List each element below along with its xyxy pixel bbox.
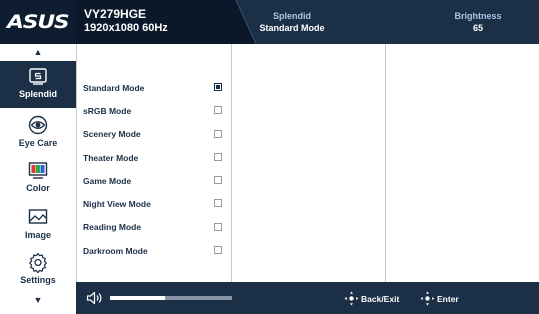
eye-icon (28, 115, 48, 135)
list-item-label: sRGB Mode (83, 105, 132, 116)
osd-window: ASUS VY279HGE 1920x1080 60Hz Splendid St… (0, 0, 539, 314)
nav-up-arrow-icon[interactable]: ▲ (0, 47, 76, 57)
splendid-label: Splendid (273, 11, 311, 21)
list-item-theater-mode[interactable]: Theater Mode (77, 146, 231, 169)
sidebar-item-label: Eye Care (18, 138, 58, 148)
header-bar: ASUS VY279HGE 1920x1080 60Hz Splendid St… (0, 0, 539, 44)
brightness-label: Brightness (454, 11, 502, 21)
enter-label: Enter (437, 293, 459, 304)
sidebar-item-settings[interactable]: Settings (0, 247, 76, 294)
list-item-srgb-mode[interactable]: sRGB Mode (77, 99, 231, 122)
list-item-reading-mode[interactable]: Reading Mode (77, 216, 231, 239)
list-item-standard-mode[interactable]: Standard Mode (77, 76, 231, 99)
menu-content: Standard Mode sRGB Mode Scenery Mode The… (76, 44, 539, 282)
back-exit-label: Back/Exit (361, 293, 400, 304)
list-item-label: Theater Mode (83, 152, 139, 163)
sidebar-nav: ▲ Splendid Eye Care Color Image Settings… (0, 44, 76, 314)
model-name: VY279HGE (84, 7, 147, 21)
enter-button[interactable]: Enter (420, 291, 459, 306)
list-item-label: Night View Mode (83, 199, 151, 210)
volume-slider[interactable] (110, 296, 232, 300)
splendid-value: Standard Mode (259, 23, 325, 33)
sidebar-item-image[interactable]: Image (0, 202, 76, 249)
sidebar-item-splendid[interactable]: Splendid (0, 61, 76, 108)
list-item-label: Darkroom Mode (83, 245, 148, 256)
speaker-icon (86, 291, 102, 305)
sidebar-item-label: Splendid (19, 89, 57, 99)
nav-down-arrow-icon[interactable]: ▼ (0, 295, 76, 305)
list-item-darkroom-mode[interactable]: Darkroom Mode (77, 239, 231, 262)
color-icon (28, 162, 48, 179)
sidebar-item-label: Image (24, 230, 51, 240)
header-splendid-status: Splendid Standard Mode (246, 10, 338, 34)
volume-level (110, 296, 165, 300)
checkbox[interactable] (214, 129, 222, 138)
footer-bar: Back/Exit Enter (76, 282, 539, 314)
list-item-game-mode[interactable]: Game Mode (77, 169, 231, 192)
sidebar-item-label: Color (26, 183, 50, 193)
checkbox[interactable] (214, 199, 222, 208)
back-exit-button[interactable]: Back/Exit (344, 291, 399, 306)
asus-logo: ASUS (7, 11, 70, 33)
header-brightness-status: Brightness 65 (448, 10, 508, 34)
list-item-label: Standard Mode (83, 82, 145, 93)
checkbox[interactable] (214, 222, 222, 231)
checkbox[interactable] (214, 106, 222, 115)
brightness-value: 65 (472, 23, 483, 33)
column-divider (231, 44, 232, 282)
list-item-night-view-mode[interactable]: Night View Mode (77, 192, 231, 215)
sidebar-item-color[interactable]: Color (0, 155, 76, 202)
list-item-label: Reading Mode (83, 222, 142, 233)
list-item-label: Scenery Mode (83, 129, 141, 140)
joystick-icon (344, 291, 359, 306)
column-divider (385, 44, 386, 282)
gear-icon (29, 252, 47, 273)
splendid-mode-list: Standard Mode sRGB Mode Scenery Mode The… (77, 76, 231, 262)
sidebar-item-eye-care[interactable]: Eye Care (0, 110, 76, 157)
logo-box: ASUS (0, 0, 76, 44)
list-item-scenery-mode[interactable]: Scenery Mode (77, 123, 231, 146)
sidebar-item-label: Settings (20, 275, 56, 285)
model-resolution: 1920x1080 60Hz (84, 22, 168, 34)
joystick-icon (420, 291, 435, 306)
model-info: VY279HGE 1920x1080 60Hz (76, 0, 236, 44)
checkbox[interactable] (214, 246, 222, 255)
list-item-label: Game Mode (83, 175, 132, 186)
splendid-icon (29, 68, 47, 85)
checkbox[interactable] (214, 152, 222, 161)
checkbox[interactable] (214, 176, 222, 185)
image-icon (28, 209, 48, 224)
checkbox[interactable] (214, 83, 222, 91)
